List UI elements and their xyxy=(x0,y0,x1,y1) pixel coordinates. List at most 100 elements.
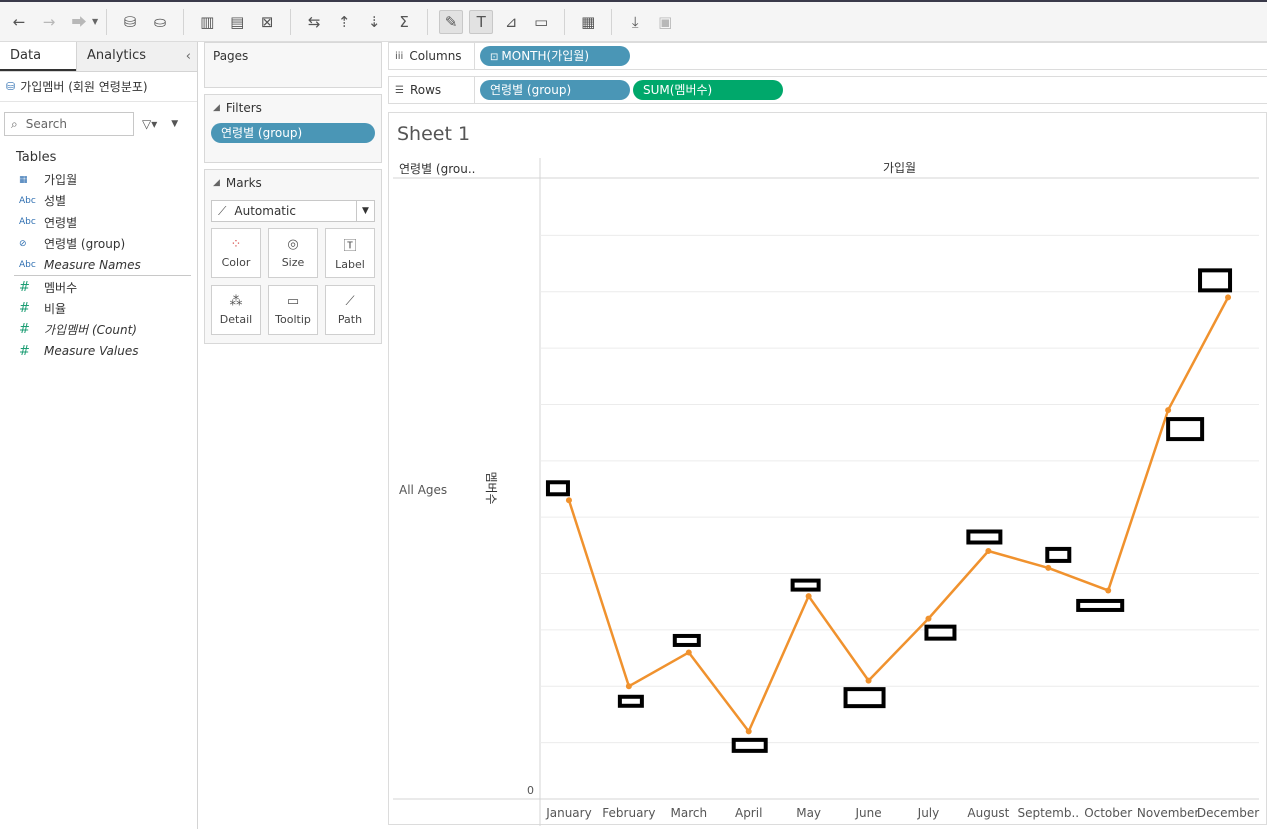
format-icon[interactable]: ⊿ xyxy=(499,10,523,34)
toolbar-divider xyxy=(183,8,185,35)
sort-descending-icon[interactable]: ⇣ xyxy=(362,10,386,34)
fit-icon[interactable]: ▭ xyxy=(529,10,553,34)
filter-fields-icon[interactable]: ▽▾ xyxy=(142,117,157,131)
field-item[interactable]: Abc Measure Names xyxy=(0,254,197,275)
y-axis-title: 멤버수 xyxy=(484,471,498,504)
label-label: Label xyxy=(335,258,365,271)
data-point[interactable] xyxy=(745,728,752,735)
mark-type-select[interactable]: ⟋ Automatic ▼ xyxy=(211,200,375,222)
field-item[interactable]: Abc 성별 xyxy=(0,190,197,211)
field-name: Measure Names xyxy=(44,257,141,272)
columns-pill-label: MONTH(가입월) xyxy=(501,49,590,63)
field-item[interactable]: # 비율 xyxy=(0,298,197,319)
forward-arrow-icon[interactable]: → xyxy=(37,10,61,34)
search-input[interactable]: ⌕ Search xyxy=(4,112,134,136)
new-worksheet-icon[interactable]: ▥ xyxy=(195,10,219,34)
data-point[interactable] xyxy=(625,683,632,690)
path-button[interactable]: ⟋ Path xyxy=(325,285,375,335)
detail-button[interactable]: ⁂ Detail xyxy=(211,285,261,335)
data-point[interactable] xyxy=(925,615,932,622)
measure-list: # 멤버수 # 비율 # 가입멤버 (Count) # Measure Values xyxy=(0,276,197,361)
swap-icon[interactable]: ⇆ xyxy=(302,10,326,34)
data-label xyxy=(672,633,701,647)
rows-pill-measure[interactable]: SUM(멤버수) xyxy=(633,80,783,100)
data-point[interactable] xyxy=(985,548,992,554)
pane-menu-icon[interactable]: ▼ xyxy=(171,119,178,129)
pages-card[interactable]: Pages xyxy=(204,42,382,88)
columns-label: Columns xyxy=(409,49,462,63)
row-header-label: 연령별 (grou.. xyxy=(399,162,475,176)
marks-card: ◢ Marks ⟋ Automatic ▼ ⁘ Color ◎ Size 🅃 Labe… xyxy=(204,169,382,344)
filter-pill[interactable]: 연령별 (group) xyxy=(211,123,375,143)
number-icon: # xyxy=(19,279,30,295)
sort-ascending-icon[interactable]: ⇡ xyxy=(332,10,356,34)
data-point[interactable] xyxy=(1105,587,1112,594)
datasource-item[interactable]: ⛁ 가입멤버 (회원 연령분포) xyxy=(0,72,197,102)
field-name: 연령별 (group) xyxy=(44,237,126,252)
data-label xyxy=(924,624,957,641)
columns-shelf[interactable]: iii Columns ⊡ MONTH(가입월) xyxy=(388,42,1267,70)
collapse-chevron-icon[interactable]: ◢ xyxy=(213,103,220,113)
datasource-name: 가입멤버 (회원 연령분포) xyxy=(20,80,148,94)
show-me-icon[interactable]: ▦ xyxy=(576,10,600,34)
data-point[interactable] xyxy=(865,677,872,684)
show-labels-icon[interactable]: T xyxy=(469,9,494,34)
rows-pill-group[interactable]: 연령별 (group) xyxy=(480,80,630,100)
filters-card-title: ◢ Filters xyxy=(205,95,381,121)
data-label xyxy=(843,687,886,709)
data-point[interactable] xyxy=(1045,564,1052,571)
data-point[interactable] xyxy=(1165,407,1172,414)
toolbar: ← → ⮕ ▼ ⛁ ⛀ ▥ ▤ ⊠ ⇆ ⇡ ⇣ Σ ✎ T ⊿ ▭ ▦ ⤓ ▣ xyxy=(0,0,1267,42)
chevron-down-icon[interactable]: ▼ xyxy=(356,201,374,221)
data-label xyxy=(731,737,768,753)
tooltip-icon: ▭ xyxy=(286,294,300,309)
line-mark-icon: ⟋ xyxy=(218,203,227,218)
presentation-icon[interactable]: ▣ xyxy=(653,10,677,34)
label-button[interactable]: 🅃 Label xyxy=(325,228,375,278)
collapse-pane-icon[interactable]: ‹ xyxy=(186,49,191,64)
search-icon: ⌕ xyxy=(11,116,18,131)
color-icon: ⁘ xyxy=(230,237,242,252)
field-item[interactable]: # Measure Values xyxy=(0,340,197,361)
field-item[interactable]: ⊘ 연령별 (group) xyxy=(0,233,197,254)
line-chart[interactable]: 연령별 (grou.. 가입월 All Ages 멤버수 0 January Februar… xyxy=(389,113,1267,826)
redo-dropdown-icon[interactable]: ▼ xyxy=(92,17,98,26)
collapse-chevron-icon[interactable]: ◢ xyxy=(213,178,220,188)
tab-analytics[interactable]: Analytics xyxy=(76,42,197,71)
size-button[interactable]: ◎ Size xyxy=(268,228,318,278)
path-label: Path xyxy=(337,313,363,326)
string-icon: Abc xyxy=(19,259,36,270)
x-tick-label: November xyxy=(1137,806,1199,820)
field-item[interactable]: # 멤버수 xyxy=(0,276,197,297)
data-point[interactable] xyxy=(685,649,692,656)
filters-title: Filters xyxy=(225,101,262,115)
calendar-icon: ▦ xyxy=(19,174,28,185)
data-point[interactable] xyxy=(1225,294,1232,301)
new-datasource-icon[interactable]: ⛁ xyxy=(118,10,142,34)
redo-icon[interactable]: ⮕ xyxy=(67,10,91,34)
highlight-icon[interactable]: ✎ xyxy=(439,9,464,34)
back-arrow-icon[interactable]: ← xyxy=(7,10,31,34)
color-button[interactable]: ⁘ Color xyxy=(211,228,261,278)
pause-update-icon[interactable]: ⛀ xyxy=(148,10,172,34)
data-label xyxy=(1045,546,1072,563)
columns-shelf-label: iii Columns xyxy=(389,43,475,69)
tab-data[interactable]: Data xyxy=(0,42,76,71)
field-item[interactable]: Abc 연령별 xyxy=(0,212,197,233)
filters-card[interactable]: ◢ Filters 연령별 (group) xyxy=(204,94,382,163)
viz-area[interactable]: Sheet 1 연령별 (grou.. 가입월 All Ages 멤버수 0 Januar… xyxy=(388,112,1267,826)
data-label xyxy=(966,529,1003,545)
columns-pill[interactable]: ⊡ MONTH(가입월) xyxy=(480,46,630,66)
totals-icon[interactable]: Σ xyxy=(392,10,416,34)
field-item[interactable]: # 가입멤버 (Count) xyxy=(0,319,197,340)
pages-card-title: Pages xyxy=(213,49,249,63)
x-tick-label: July xyxy=(917,806,940,820)
data-point[interactable] xyxy=(805,593,812,600)
data-point[interactable] xyxy=(565,497,572,504)
clear-sheet-icon[interactable]: ⊠ xyxy=(255,10,279,34)
field-item[interactable]: ▦ 가입월 xyxy=(0,169,197,190)
duplicate-icon[interactable]: ▤ xyxy=(225,10,249,34)
download-icon[interactable]: ⤓ xyxy=(623,10,647,34)
tooltip-button[interactable]: ▭ Tooltip xyxy=(268,285,318,335)
rows-shelf[interactable]: ☰ Rows 연령별 (group) SUM(멤버수) xyxy=(388,76,1267,104)
